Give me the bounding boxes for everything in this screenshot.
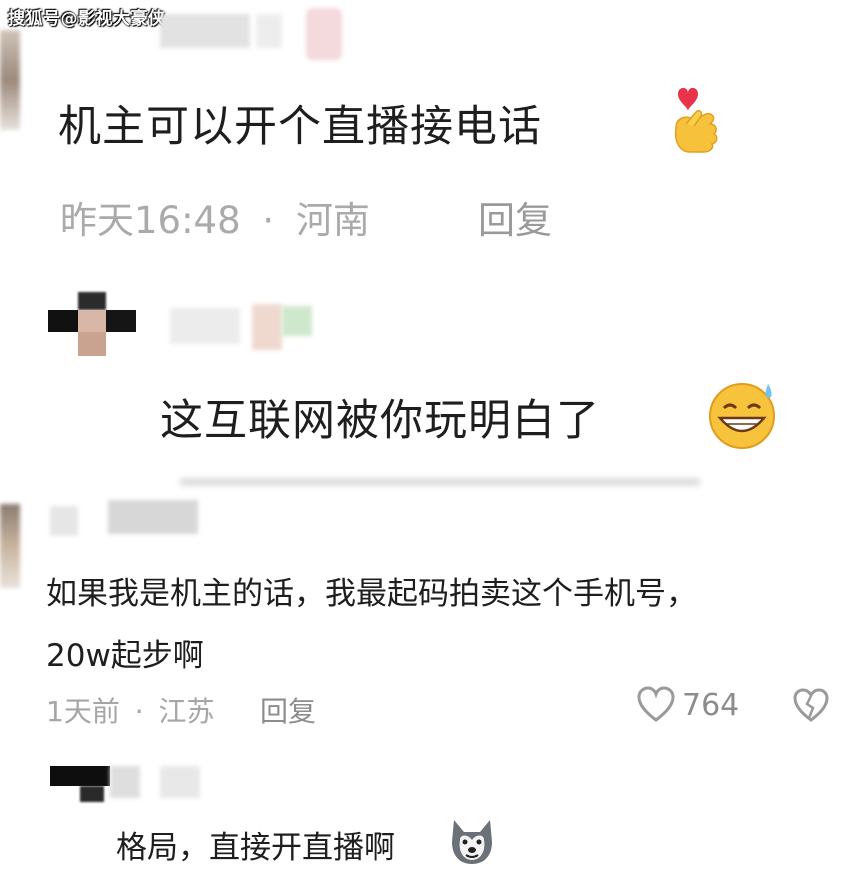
username-blurred [50, 506, 78, 536]
username-blurred [108, 500, 198, 534]
comment-text: 格局，直接开直播啊 [116, 830, 395, 866]
comment-time: 1天前 · 江苏 [46, 690, 215, 730]
finger-heart-emoji [666, 82, 728, 156]
grinning-sweat-emoji [704, 378, 780, 450]
avatar [48, 292, 136, 362]
separator: · [262, 199, 275, 242]
username-blurred [256, 14, 282, 48]
watermark: 搜狐号@影视大豪侠 [8, 9, 166, 29]
reply-button[interactable]: 回复 [260, 690, 316, 730]
time: 1天前 [46, 695, 120, 728]
comment-text-line1: 如果我是机主的话，我最起码拍卖这个手机号， [46, 576, 697, 612]
comment-time: 昨天16:48 · 河南 [60, 190, 370, 244]
username-blurred [170, 308, 240, 344]
like-button[interactable]: 764 [636, 686, 739, 724]
time: 昨天16:48 [60, 199, 241, 242]
username-blurred [110, 766, 140, 798]
heart-outline-icon [636, 686, 676, 724]
comment-text: 这互联网被你玩明白了 [160, 396, 600, 446]
avatar [0, 504, 20, 588]
location: 江苏 [158, 695, 215, 728]
separator: · [134, 695, 144, 728]
username-blurred [306, 8, 342, 60]
avatar [0, 30, 20, 130]
broken-heart-icon[interactable] [792, 688, 830, 724]
meta-row-cropped [180, 478, 700, 486]
username-blurred [160, 766, 200, 798]
comment-text-line2: 20w起步啊 [46, 638, 204, 674]
like-count: 764 [682, 687, 740, 723]
username-blurred [160, 14, 250, 48]
reply-button[interactable]: 回复 [478, 190, 552, 244]
avatar [50, 766, 110, 806]
location: 河南 [295, 199, 370, 242]
husky-dog-emoji [446, 816, 498, 868]
comment-text: 机主可以开个直播接电话 [58, 102, 542, 152]
username-blurred [252, 304, 282, 350]
username-blurred [282, 306, 312, 336]
